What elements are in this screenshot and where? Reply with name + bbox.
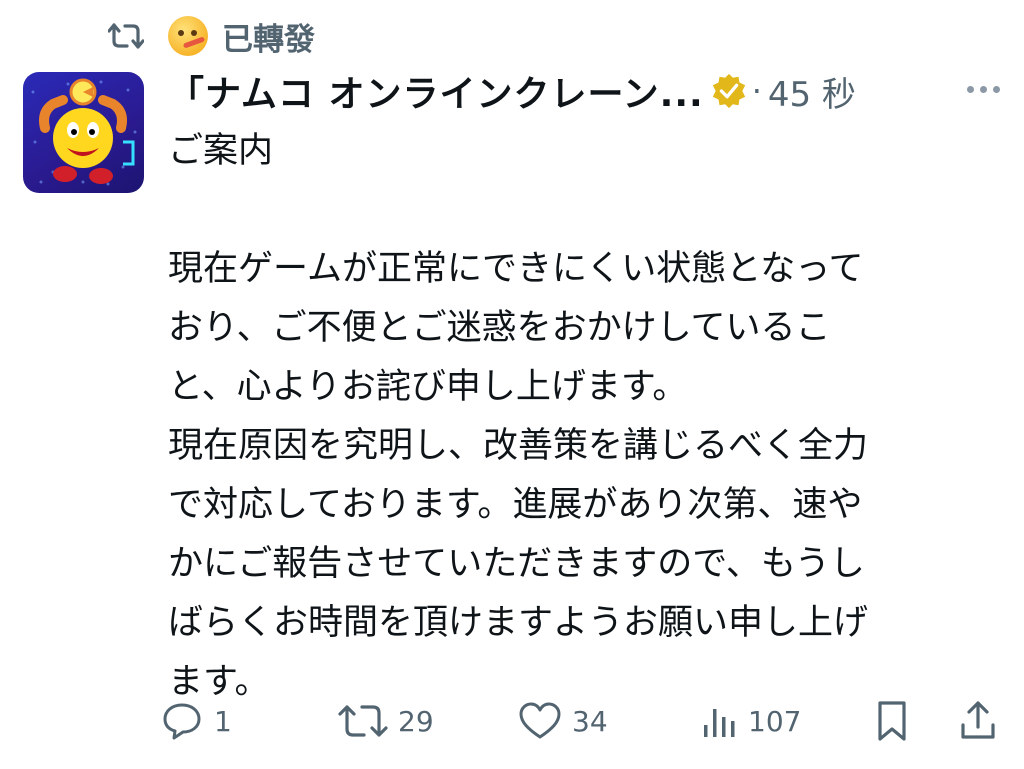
bookmark-icon bbox=[878, 701, 906, 741]
reply-button[interactable]: 1 bbox=[160, 694, 232, 748]
text-line: 現在ゲームが正常にできにくい状態となって bbox=[168, 249, 864, 289]
text-line: ご案内 bbox=[168, 131, 274, 171]
views-icon bbox=[704, 709, 735, 737]
views-count: 107 bbox=[748, 704, 802, 738]
retweet-button[interactable]: 29 bbox=[338, 694, 434, 748]
like-button[interactable]: 34 bbox=[518, 694, 608, 748]
avatar[interactable] bbox=[23, 72, 144, 193]
text-line: ばらくお時間を頂けますようお願い申し上げ bbox=[168, 603, 869, 643]
text-line: 現在原因を究明し、改善策を講じるべく全力 bbox=[168, 426, 869, 466]
pacman-avatar-image bbox=[31, 78, 137, 186]
retweet-count: 29 bbox=[398, 704, 434, 738]
reply-icon bbox=[163, 703, 201, 740]
text-line: おり、ご不便とご迷惑をおかけしているこ bbox=[168, 308, 831, 348]
text-line: かにご報告させていただきますので、もうし bbox=[168, 544, 865, 584]
author-name[interactable]: 「ナムコ オンラインクレーン... bbox=[168, 65, 704, 117]
tweet-text: ご案内 現在ゲームが正常にできにくい状態となって おり、ご不便とご迷惑をおかけし… bbox=[168, 122, 988, 712]
tweet-header: 「ナムコ オンラインクレーン... · 45 秒 bbox=[168, 66, 1008, 116]
retweet-icon bbox=[338, 705, 388, 737]
heart-icon bbox=[519, 702, 561, 739]
text-line bbox=[168, 181, 988, 240]
views-button[interactable]: 107 bbox=[698, 694, 801, 748]
reply-count: 1 bbox=[214, 704, 232, 738]
retweet-icon bbox=[108, 23, 144, 49]
more-icon[interactable] bbox=[967, 86, 1000, 93]
share-button[interactable] bbox=[958, 694, 998, 748]
action-bar: 1 29 34 107 bbox=[160, 694, 1010, 748]
face-with-thermometer-emoji bbox=[168, 16, 208, 56]
verified-badge-icon bbox=[712, 73, 745, 109]
retweet-label: 已轉發 bbox=[222, 21, 315, 58]
bookmark-button[interactable] bbox=[872, 694, 912, 748]
like-count: 34 bbox=[572, 704, 608, 738]
retweet-context[interactable]: 已轉發 bbox=[108, 12, 315, 60]
timestamp[interactable]: 45 秒 bbox=[768, 67, 856, 116]
text-line: と、心よりお詫び申し上げます。 bbox=[168, 367, 688, 407]
share-icon bbox=[961, 701, 995, 739]
text-line: で対応しております。進展があり次第、速や bbox=[168, 485, 863, 525]
separator-dot: · bbox=[751, 72, 762, 110]
